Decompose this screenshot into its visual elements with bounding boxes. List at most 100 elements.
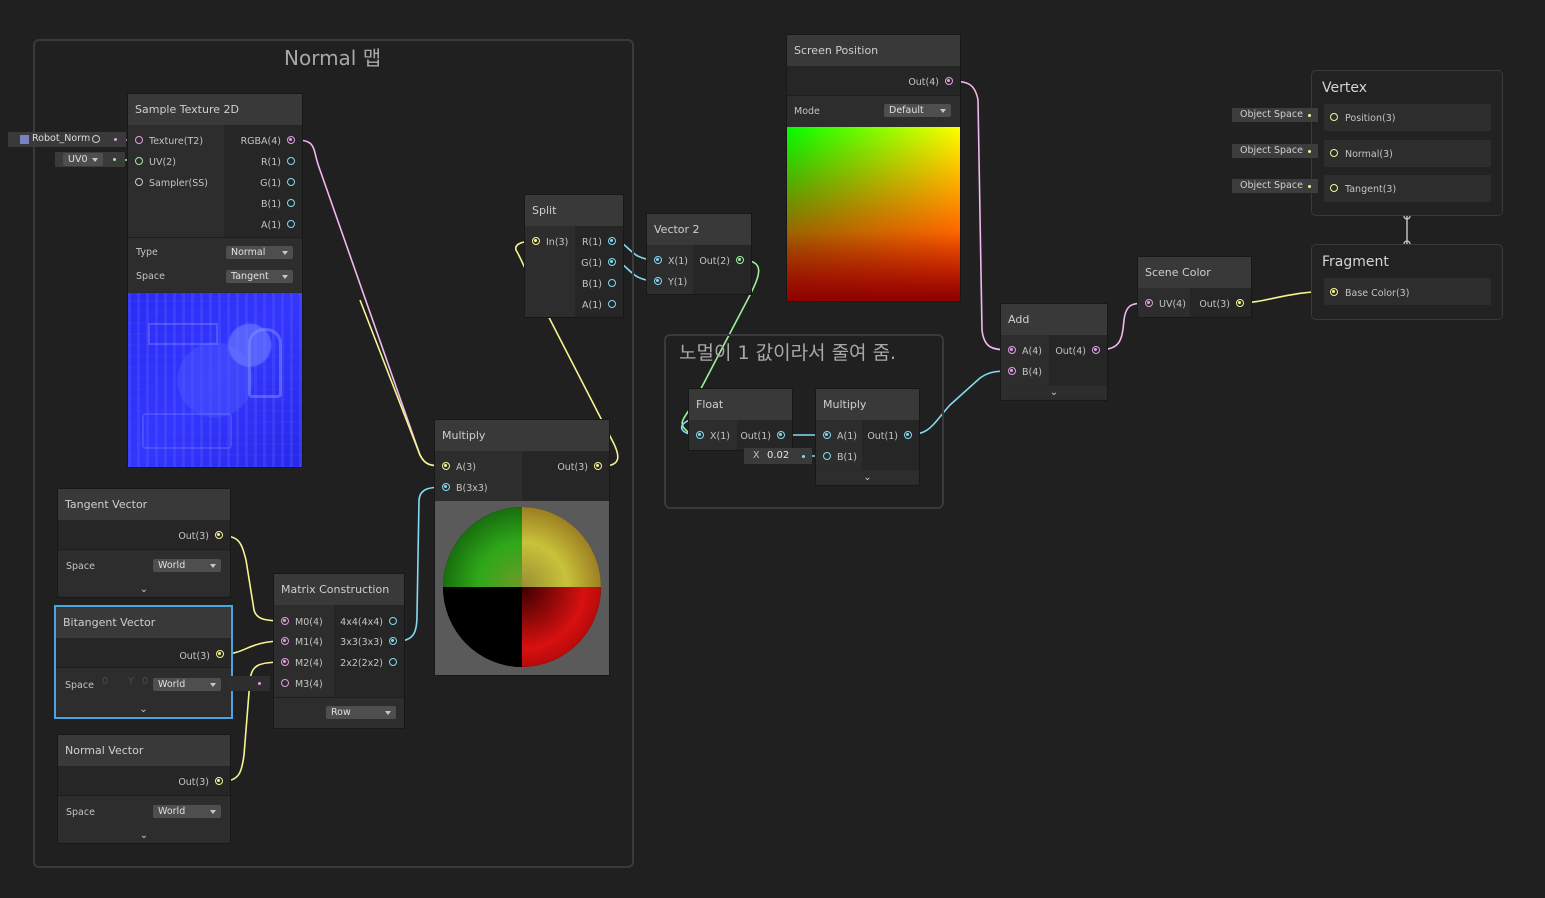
port-2x2[interactable] (389, 658, 397, 666)
port-sampler[interactable] (135, 178, 143, 186)
chevron-down-icon[interactable]: ⌄ (56, 703, 231, 716)
field-value[interactable]: 0.02 (767, 450, 789, 461)
node-tangent-vector[interactable]: Tangent Vector Out(3) Space World ⌄ (58, 489, 230, 597)
port-out[interactable] (777, 431, 785, 439)
port-base-color[interactable] (1330, 288, 1338, 296)
space-dropdown[interactable]: World (153, 805, 221, 818)
port-b[interactable] (823, 452, 831, 460)
port-m3[interactable] (281, 679, 289, 687)
port-tangent[interactable] (1330, 184, 1338, 192)
port-out[interactable] (904, 431, 912, 439)
node-title[interactable]: Tangent Vector (58, 489, 230, 520)
node-matrix-construction[interactable]: Matrix Construction M0(4) M1(4) M2(4) M3… (274, 574, 404, 728)
node-sample-texture-2d[interactable]: Sample Texture 2D Texture(T2) UV(2) Samp… (128, 94, 302, 467)
node-multiply-main[interactable]: Multiply A(3) B(3x3) Out(3) (435, 420, 609, 675)
port-b[interactable] (287, 199, 295, 207)
group-normal-map-title[interactable]: Normal 맵 (284, 42, 381, 71)
space-dropdown[interactable]: World (153, 559, 221, 572)
port-y[interactable] (654, 277, 662, 285)
object-space-pill[interactable]: Object Space (1232, 179, 1318, 193)
object-space-pill[interactable]: Object Space (1232, 144, 1318, 158)
port-rgba[interactable] (287, 136, 295, 144)
port-normal[interactable] (1330, 149, 1338, 157)
slot-tangent[interactable]: Tangent(3) (1324, 175, 1491, 202)
target-icon[interactable] (92, 135, 100, 143)
slot-position[interactable]: Position(3) (1324, 104, 1491, 131)
port-position[interactable] (1330, 113, 1338, 121)
port-out[interactable] (945, 77, 953, 85)
port-out[interactable] (215, 777, 223, 785)
port-m0[interactable] (281, 617, 289, 625)
mode-dropdown[interactable]: Default (884, 104, 951, 117)
mode-dropdown[interactable]: Row (326, 706, 396, 719)
port-g[interactable] (608, 258, 616, 266)
node-title[interactable]: Matrix Construction (274, 574, 404, 605)
type-dropdown[interactable]: Normal (226, 246, 293, 259)
port-out[interactable] (215, 531, 223, 539)
node-title[interactable]: Screen Position (787, 35, 960, 66)
node-title[interactable]: Normal Vector (58, 735, 230, 766)
port-a[interactable] (608, 300, 616, 308)
object-space-pill[interactable]: Object Space (1232, 108, 1318, 122)
m3-inline-field[interactable] (228, 676, 270, 691)
port-x[interactable] (654, 256, 662, 264)
group-note-title[interactable]: 노멀이 1 값이라서 줄여 줌. (679, 338, 896, 365)
port-r[interactable] (608, 237, 616, 245)
port-a[interactable] (287, 220, 295, 228)
port-uv[interactable] (1145, 299, 1153, 307)
port-texture[interactable] (135, 136, 143, 144)
chevron-down-icon[interactable]: ⌄ (1001, 386, 1107, 399)
node-title[interactable]: Float (689, 389, 792, 420)
port-uv[interactable] (135, 157, 143, 165)
chevron-down-icon[interactable]: ⌄ (816, 471, 919, 484)
node-screen-position[interactable]: Screen Position Out(4) Mode Default (787, 35, 960, 301)
port-4x4[interactable] (389, 617, 397, 625)
port-x[interactable] (696, 431, 704, 439)
node-add[interactable]: Add A(4) B(4) Out(4) ⌄ (1001, 304, 1107, 400)
port-a[interactable] (442, 462, 450, 470)
node-vector2[interactable]: Vector 2 X(1) Y(1) Out(2) (647, 214, 751, 294)
master-vertex[interactable]: Vertex Position(3) Normal(3) Tangent(3) (1311, 70, 1503, 216)
slot-base-color[interactable]: Base Color(3) (1324, 278, 1491, 305)
node-title[interactable]: Sample Texture 2D (128, 94, 302, 125)
port-r[interactable] (287, 157, 295, 165)
node-title[interactable]: Multiply (816, 389, 919, 420)
port-a[interactable] (1008, 346, 1016, 354)
space-dropdown[interactable]: World (153, 678, 221, 691)
uv-dropdown[interactable]: UV0 (63, 153, 103, 166)
port-out[interactable] (1236, 299, 1244, 307)
port-b[interactable] (608, 279, 616, 287)
chevron-down-icon[interactable]: ⌄ (58, 829, 230, 842)
port-m1[interactable] (281, 637, 289, 645)
port-a[interactable] (823, 431, 831, 439)
node-title[interactable]: Vector 2 (647, 214, 751, 245)
port-in[interactable] (532, 237, 540, 245)
node-bitangent-vector[interactable]: Bitangent Vector Out(3) Space 0 Y 0 Worl… (56, 607, 231, 717)
port-out[interactable] (1092, 346, 1100, 354)
node-title[interactable]: Multiply (435, 420, 609, 451)
node-title[interactable]: Split (525, 195, 623, 226)
chevron-down-icon[interactable]: ⌄ (58, 583, 230, 596)
node-scene-color[interactable]: Scene Color UV(4) Out(3) (1138, 257, 1251, 317)
slot-normal[interactable]: Normal(3) (1324, 140, 1491, 167)
port-out[interactable] (736, 256, 744, 264)
node-title[interactable]: Bitangent Vector (56, 607, 231, 638)
port-b[interactable] (442, 483, 450, 491)
port-3x3[interactable] (389, 637, 397, 645)
port-out[interactable] (216, 650, 224, 658)
node-normal-vector[interactable]: Normal Vector Out(3) Space World ⌄ (58, 735, 230, 843)
port-m2[interactable] (281, 658, 289, 666)
master-fragment[interactable]: Fragment Base Color(3) (1311, 244, 1503, 320)
node-multiply-small[interactable]: Multiply A(1) B(1) Out(1) ⌄ (816, 389, 919, 485)
uv-inline-field[interactable]: UV0 (55, 152, 125, 167)
port-out[interactable] (594, 462, 602, 470)
node-title[interactable]: Add (1001, 304, 1107, 335)
port-b[interactable] (1008, 367, 1016, 375)
node-split[interactable]: Split In(3) R(1) G(1) B(1) A(1) (525, 195, 623, 317)
port-g[interactable] (287, 178, 295, 186)
space-dropdown[interactable]: Tangent (226, 270, 293, 283)
node-float[interactable]: Float X(1) Out(1) (689, 389, 792, 450)
float-inline-field[interactable]: X 0.02 (744, 448, 812, 464)
node-title[interactable]: Scene Color (1138, 257, 1251, 288)
texture-inline-field[interactable]: Robot_Norm (8, 132, 126, 147)
